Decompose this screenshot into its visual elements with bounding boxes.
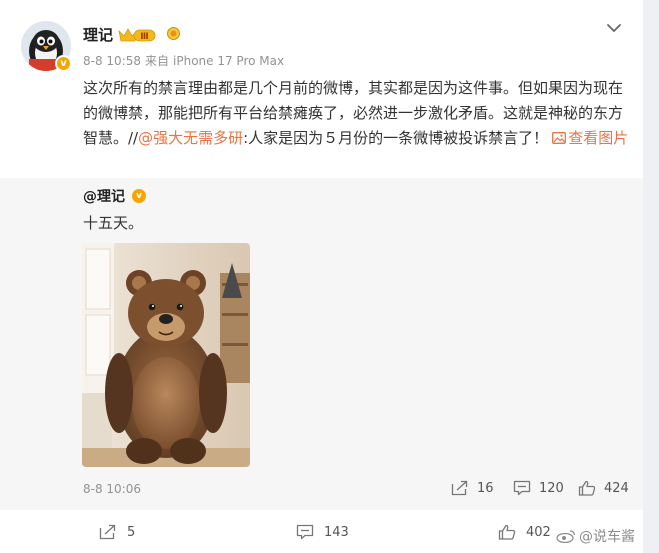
image-icon [552,132,567,144]
repost-icon [99,524,116,540]
thumbs-up-icon [498,524,516,540]
repost-icon [451,480,468,496]
view-image-link[interactable]: 查看图片 [548,129,628,147]
retweet-like-button[interactable]: 424 [578,480,629,496]
retweet-repost-count: 16 [477,480,494,496]
retweet-image[interactable] [82,243,250,467]
retweet-timestamp[interactable]: 8-8 10:06 [83,482,141,496]
like-count: 402 [526,524,551,540]
retweet-repost-button[interactable]: 16 [451,480,494,496]
comment-icon [513,480,531,496]
weibo-logo-icon [556,530,576,543]
comment-button[interactable]: 143 [296,524,349,540]
retweet-author[interactable]: @理记 [83,186,125,206]
post-text-quote: :人家是因为５月份的一条微博被投诉禁言了！ [243,129,549,147]
repost-count: 5 [127,524,136,540]
vip-crown-badge-icon: Ⅲ [118,28,156,42]
mention-link[interactable]: @强大无需多研 [138,129,243,147]
page-right-edge [643,0,659,553]
repost-button[interactable]: 5 [99,524,135,540]
watermark: @说车酱 [556,526,635,546]
post-source-prefix: 来自 [145,54,170,68]
level-badge-text: Ⅲ [140,32,149,42]
retweet-comment-button[interactable]: 120 [513,480,564,496]
medal-badge-icon [167,27,180,40]
post-meta: 8-8 10:58 来自 iPhone 17 Pro Max [83,52,284,69]
verified-badge-icon: v [55,55,72,72]
post-text: 这次所有的禁言理由都是几个月前的微博，其实都是因为这件事。但如果因为现在的微博禁… [83,76,631,151]
like-button[interactable]: 402 [498,524,551,540]
retweet-text: 十五天。 [83,214,144,232]
retweet-verified-icon: v [132,189,146,203]
weibo-post-card: v 理记 Ⅲ 8-8 10:58 来自 iPhone 17 Pro Max 这次所有… [0,0,643,553]
view-image-label: 查看图片 [568,129,629,147]
chevron-down-icon[interactable] [606,22,622,34]
comment-icon [296,524,314,540]
post-device: iPhone 17 Pro Max [173,54,285,68]
retweet-like-count: 424 [604,480,629,496]
bear-photo [82,243,250,467]
comment-count: 143 [324,524,349,540]
post-username[interactable]: 理记 [83,24,113,45]
retweet-comment-count: 120 [539,480,564,496]
watermark-text: @说车酱 [579,529,635,545]
thumbs-up-icon [578,480,596,496]
post-timestamp[interactable]: 8-8 10:58 [83,54,141,68]
